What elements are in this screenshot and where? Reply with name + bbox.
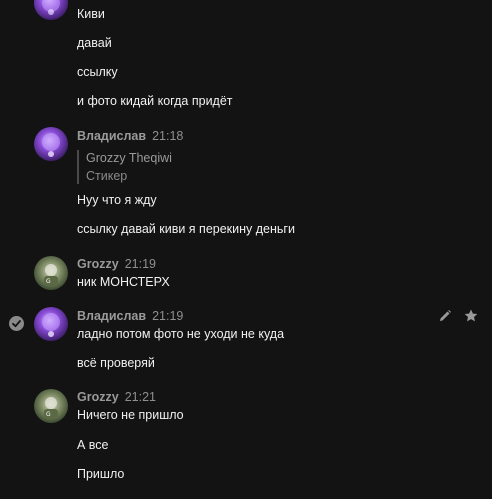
check-circle-icon[interactable] (9, 316, 24, 331)
avatar[interactable] (34, 127, 68, 161)
author-name[interactable]: Владислав (77, 129, 146, 143)
pencil-icon[interactable] (437, 308, 453, 324)
avatar[interactable] (34, 0, 68, 20)
message-text: Нуу что я жду (77, 193, 157, 207)
reply-title: Grozzy Theqiwi (86, 151, 172, 165)
message-text: ник МОНСТЕРХ (77, 275, 170, 289)
author-name[interactable]: Grozzy (77, 257, 119, 271)
author-name[interactable]: Grozzy (77, 390, 119, 404)
author-name[interactable]: Владислав (77, 309, 146, 323)
message-text: и фото кидай когда придёт (77, 94, 233, 108)
reply-subtitle: Стикер (86, 169, 128, 183)
message-text: ссылку давай киви я перекину деньги (77, 222, 295, 236)
message-time: 21:19 (152, 309, 184, 323)
message-text: Ничего не пришло (77, 408, 184, 422)
message-text: Киви (77, 7, 105, 21)
svg-text:G: G (46, 411, 51, 418)
message-header: Владислав 21:19 (77, 308, 183, 324)
message-header: Владислав 21:18 (77, 128, 183, 144)
avatar[interactable]: G (34, 389, 68, 423)
message-text: Пришло (77, 467, 125, 481)
reply-preview[interactable]: Grozzy Theqiwi Стикер (77, 150, 172, 184)
star-icon[interactable] (463, 308, 479, 324)
message-header: Grozzy 21:19 (77, 256, 156, 272)
message-time: 21:21 (124, 390, 156, 404)
message-header: Grozzy 21:21 (77, 389, 156, 405)
message-text: ладно потом фото не уходи не куда (77, 327, 285, 341)
message-text: А все (77, 438, 109, 452)
svg-text:G: G (46, 278, 51, 285)
message-text: ссылку (77, 65, 118, 79)
message-text: всё проверяй (77, 356, 155, 370)
message-text: давай (77, 36, 112, 50)
message-time: 21:19 (124, 257, 156, 271)
avatar[interactable]: G (34, 256, 68, 290)
message-time: 21:18 (152, 129, 184, 143)
avatar[interactable] (34, 307, 68, 341)
